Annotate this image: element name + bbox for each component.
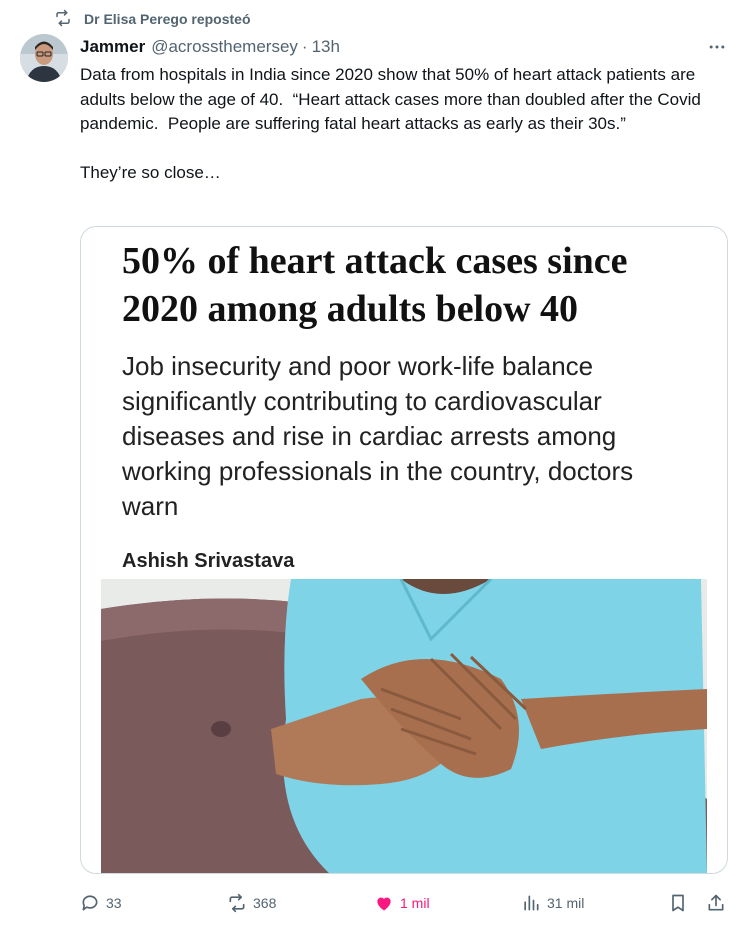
bookmark-icon (672, 894, 684, 912)
tweet-actions: 33 368 1 mil 31 mil (80, 890, 730, 916)
reply-count: 33 (106, 895, 122, 911)
repost-icon (54, 9, 72, 30)
author-name[interactable]: Jammer (80, 37, 145, 57)
views-button[interactable]: 31 mil (521, 890, 584, 916)
views-icon (524, 895, 539, 911)
like-button[interactable]: 1 mil (374, 890, 430, 916)
avatar[interactable] (20, 34, 68, 82)
tweet-time[interactable]: 13h (312, 37, 340, 57)
views-count: 31 mil (547, 895, 585, 911)
share-icon (708, 894, 724, 911)
bookmark-button[interactable] (668, 890, 688, 916)
card-subheadline: Job insecurity and poor work-life balanc… (122, 351, 634, 521)
share-button[interactable] (706, 890, 726, 916)
like-count: 1 mil (400, 895, 430, 911)
man-clutching-chest-photo (101, 579, 707, 873)
repost-icon (229, 893, 245, 913)
author-handle[interactable]: @acrossthemersey (151, 37, 298, 57)
tweet-header: Jammer @acrossthemersey · 13h (80, 36, 728, 58)
media-card[interactable]: 50% of heart attack cases since 2020 amo… (80, 226, 728, 874)
more-options-button[interactable] (706, 36, 728, 58)
tweet-text: Data from hospitals in India since 2020 … (80, 65, 701, 182)
repost-count: 368 (253, 895, 277, 911)
card-author: Ashish Srivastava (122, 550, 295, 572)
reply-icon (82, 895, 98, 911)
separator-dot: · (301, 37, 308, 56)
repost-button[interactable]: 368 (227, 890, 276, 916)
more-icon (709, 45, 725, 49)
repost-label[interactable]: Dr Elisa Perego reposteó (84, 11, 251, 27)
reply-button[interactable]: 33 (80, 890, 122, 916)
card-headline: 50% of heart attack cases since 2020 amo… (122, 240, 628, 330)
repost-indicator[interactable]: Dr Elisa Perego reposteó (54, 8, 251, 30)
heart-icon (377, 897, 391, 911)
